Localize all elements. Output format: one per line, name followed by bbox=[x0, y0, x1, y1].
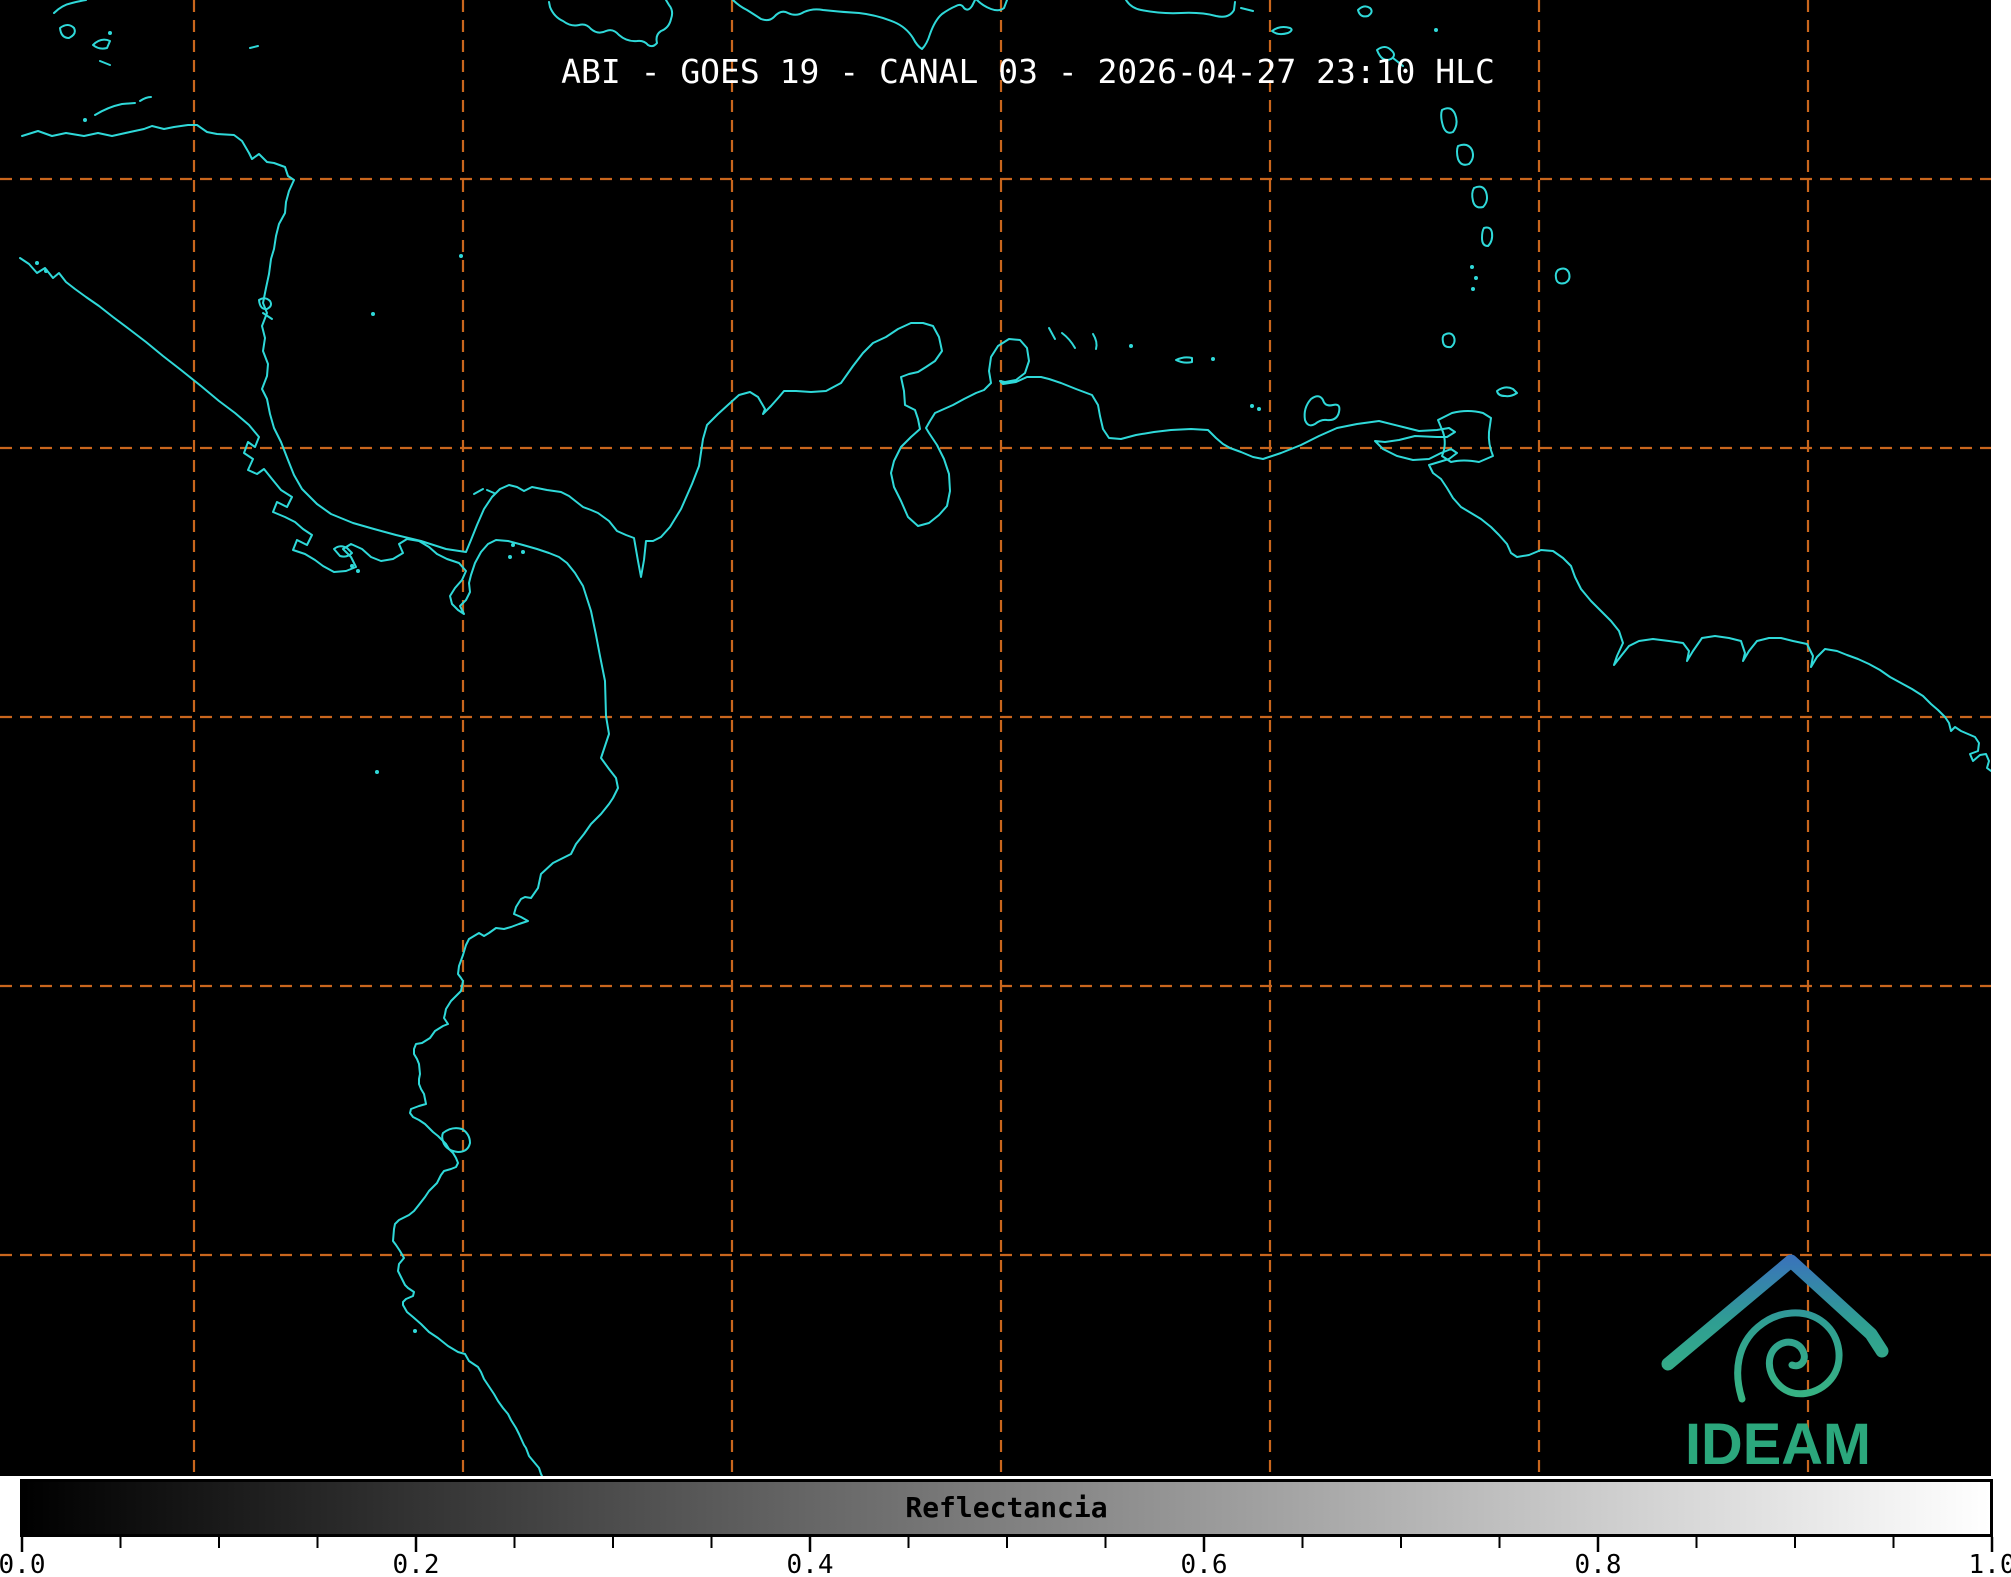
islet-speck bbox=[350, 564, 354, 568]
colorbar-tick-label: 0.0 bbox=[0, 1550, 62, 1577]
islet-speck bbox=[371, 312, 375, 316]
island-coiba bbox=[334, 546, 352, 556]
islet-speck bbox=[108, 31, 112, 35]
islet-speck bbox=[356, 569, 360, 573]
coast-puerto-rico bbox=[1126, 0, 1253, 17]
islet-speck bbox=[1211, 357, 1215, 361]
coast-jamaica bbox=[549, 0, 672, 46]
island-aruba bbox=[1049, 328, 1055, 339]
island-martinique bbox=[1457, 145, 1473, 165]
colorbar-tick-label: 0.8 bbox=[1558, 1550, 1638, 1577]
island-st-croix bbox=[1272, 27, 1292, 34]
islet-speck bbox=[521, 550, 525, 554]
map-area: ABI - GOES 19 - CANAL 03 - 2026-04-27 23… bbox=[0, 0, 1991, 1476]
island-st-vincent bbox=[1482, 228, 1492, 246]
island-margarita bbox=[1305, 396, 1340, 425]
islet-speck bbox=[1129, 344, 1133, 348]
islet-speck bbox=[1471, 287, 1475, 291]
islet-speck bbox=[459, 254, 463, 258]
islet-speck bbox=[508, 555, 512, 559]
islet-speck bbox=[1250, 404, 1254, 408]
island-curacao bbox=[1062, 333, 1075, 348]
satellite-product: ABI - GOES 19 - CANAL 03 - 2026-04-27 23… bbox=[0, 0, 2011, 1577]
island-la-tortuga bbox=[1176, 357, 1192, 362]
island-roatan bbox=[95, 97, 151, 115]
map-canvas bbox=[0, 0, 1991, 1476]
coast-hispaniola bbox=[733, 0, 975, 49]
colorbar-tick-label: 0.6 bbox=[1164, 1550, 1244, 1577]
colorbar-tick-label: 0.2 bbox=[376, 1550, 456, 1577]
colorbar-tick-label: 0.4 bbox=[770, 1550, 850, 1577]
map-title: ABI - GOES 19 - CANAL 03 - 2026-04-27 23… bbox=[528, 52, 1528, 91]
island-st-lucia bbox=[1472, 187, 1487, 208]
coast-hispaniola-east bbox=[977, 0, 1007, 10]
coast-pacific bbox=[20, 258, 618, 1476]
coast-cuba-fragments bbox=[54, 0, 110, 65]
island-bonaire bbox=[1093, 334, 1097, 349]
island-puna bbox=[442, 1128, 470, 1152]
island-dominica bbox=[1441, 108, 1456, 133]
islet-speck bbox=[35, 261, 39, 265]
small-islands bbox=[35, 28, 1478, 1333]
islet-speck bbox=[375, 770, 379, 774]
islet-speck bbox=[83, 118, 87, 122]
islet-speck bbox=[1474, 276, 1478, 280]
islet-speck bbox=[1257, 407, 1261, 411]
islet-speck bbox=[1434, 28, 1438, 32]
islet-speck bbox=[44, 269, 48, 273]
islet-speck bbox=[413, 1329, 417, 1333]
island-antigua bbox=[1358, 6, 1372, 16]
colorbar-label: Reflectancia bbox=[23, 1482, 1990, 1534]
island-barbados bbox=[1556, 269, 1570, 284]
island-grenada bbox=[1443, 333, 1455, 347]
island-cayman bbox=[250, 46, 258, 48]
island-bocas bbox=[474, 489, 494, 494]
islet-speck bbox=[1470, 265, 1474, 269]
islet-speck bbox=[511, 543, 515, 547]
island-tobago bbox=[1497, 387, 1517, 396]
colorbar: Reflectancia bbox=[20, 1479, 1993, 1537]
graticule-grid bbox=[0, 0, 1991, 1476]
colorbar-tick-label: 1.0 bbox=[1952, 1550, 2011, 1577]
